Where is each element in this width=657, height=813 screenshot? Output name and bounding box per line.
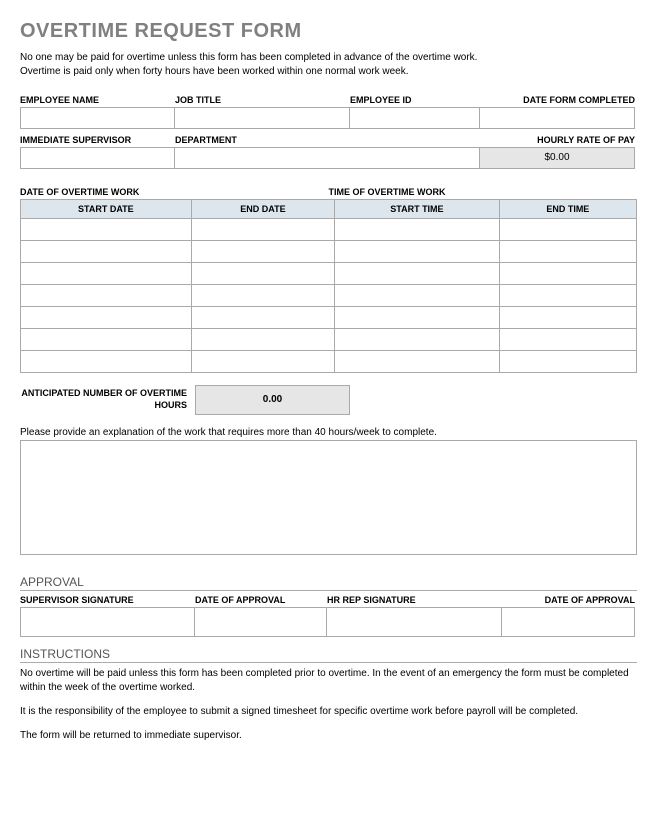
cell-end-date[interactable] [191,285,334,307]
input-date-form-completed[interactable] [480,107,635,129]
page-title: OVERTIME REQUEST FORM [20,20,637,43]
input-hr-rep-signature[interactable] [327,607,502,637]
overtime-table: START DATE END DATE START TIME END TIME [20,199,637,373]
intro-text: No one may be paid for overtime unless t… [20,51,637,79]
table-row [21,219,637,241]
label-employee-name: EMPLOYEE NAME [20,93,175,107]
input-explanation[interactable] [20,440,637,555]
col-end-date: END DATE [191,200,334,219]
input-employee-name[interactable] [20,107,175,129]
table-row [21,263,637,285]
cell-start-time[interactable] [335,307,500,329]
col-start-time: START TIME [335,200,500,219]
label-job-title: JOB TITLE [175,93,350,107]
label-employee-id: EMPLOYEE ID [350,93,480,107]
input-anticipated-hours[interactable]: 0.00 [195,385,350,415]
label-immediate-supervisor: IMMEDIATE SUPERVISOR [20,133,175,147]
instructions-p3: The form will be returned to immediate s… [20,729,637,743]
cell-start-time[interactable] [335,285,500,307]
label-hourly-rate: HOURLY RATE OF PAY [480,133,635,147]
cell-start-time[interactable] [335,263,500,285]
cell-end-date[interactable] [191,351,334,373]
cell-start-date[interactable] [21,219,192,241]
cell-start-time[interactable] [335,351,500,373]
label-supervisor-signature: SUPERVISOR SIGNATURE [20,593,195,607]
cell-end-time[interactable] [499,329,636,351]
input-date-of-approval-2[interactable] [502,607,635,637]
cell-end-date[interactable] [191,241,334,263]
label-date-of-ot: DATE OF OVERTIME WORK [20,187,329,197]
cell-end-time[interactable] [499,307,636,329]
instructions-heading: INSTRUCTIONS [20,647,637,663]
label-date-form-completed: DATE FORM COMPLETED [480,93,635,107]
cell-end-time[interactable] [499,285,636,307]
table-row [21,351,637,373]
cell-start-date[interactable] [21,329,192,351]
cell-start-date[interactable] [21,351,192,373]
input-employee-id[interactable] [350,107,480,129]
label-explanation: Please provide an explanation of the wor… [20,427,637,438]
label-date-of-approval-2: DATE OF APPROVAL [502,593,635,607]
input-job-title[interactable] [175,107,350,129]
col-end-time: END TIME [499,200,636,219]
cell-end-date[interactable] [191,219,334,241]
cell-start-time[interactable] [335,219,500,241]
table-row [21,307,637,329]
label-date-of-approval-1: DATE OF APPROVAL [195,593,327,607]
cell-start-date[interactable] [21,263,192,285]
cell-end-date[interactable] [191,329,334,351]
table-row [21,285,637,307]
col-start-date: START DATE [21,200,192,219]
cell-start-date[interactable] [21,241,192,263]
input-immediate-supervisor[interactable] [20,147,175,169]
cell-end-time[interactable] [499,351,636,373]
cell-end-date[interactable] [191,307,334,329]
cell-end-time[interactable] [499,263,636,285]
input-department[interactable] [175,147,480,169]
instructions-p2: It is the responsibility of the employee… [20,705,637,719]
cell-start-time[interactable] [335,241,500,263]
table-row [21,241,637,263]
label-anticipated-hours: ANTICIPATED NUMBER OF OVERTIME HOURS [20,388,195,411]
cell-end-time[interactable] [499,219,636,241]
input-supervisor-signature[interactable] [20,607,195,637]
label-department: DEPARTMENT [175,133,480,147]
label-time-of-ot: TIME OF OVERTIME WORK [329,187,638,197]
approval-heading: APPROVAL [20,575,637,591]
instructions-p1: No overtime will be paid unless this for… [20,667,637,695]
cell-start-time[interactable] [335,329,500,351]
cell-start-date[interactable] [21,285,192,307]
table-row [21,329,637,351]
cell-start-date[interactable] [21,307,192,329]
intro-line-2: Overtime is paid only when forty hours h… [20,65,637,79]
cell-end-date[interactable] [191,263,334,285]
cell-end-time[interactable] [499,241,636,263]
intro-line-1: No one may be paid for overtime unless t… [20,51,637,65]
input-date-of-approval-1[interactable] [195,607,327,637]
input-hourly-rate[interactable]: $0.00 [480,147,635,169]
label-hr-rep-signature: HR REP SIGNATURE [327,593,502,607]
